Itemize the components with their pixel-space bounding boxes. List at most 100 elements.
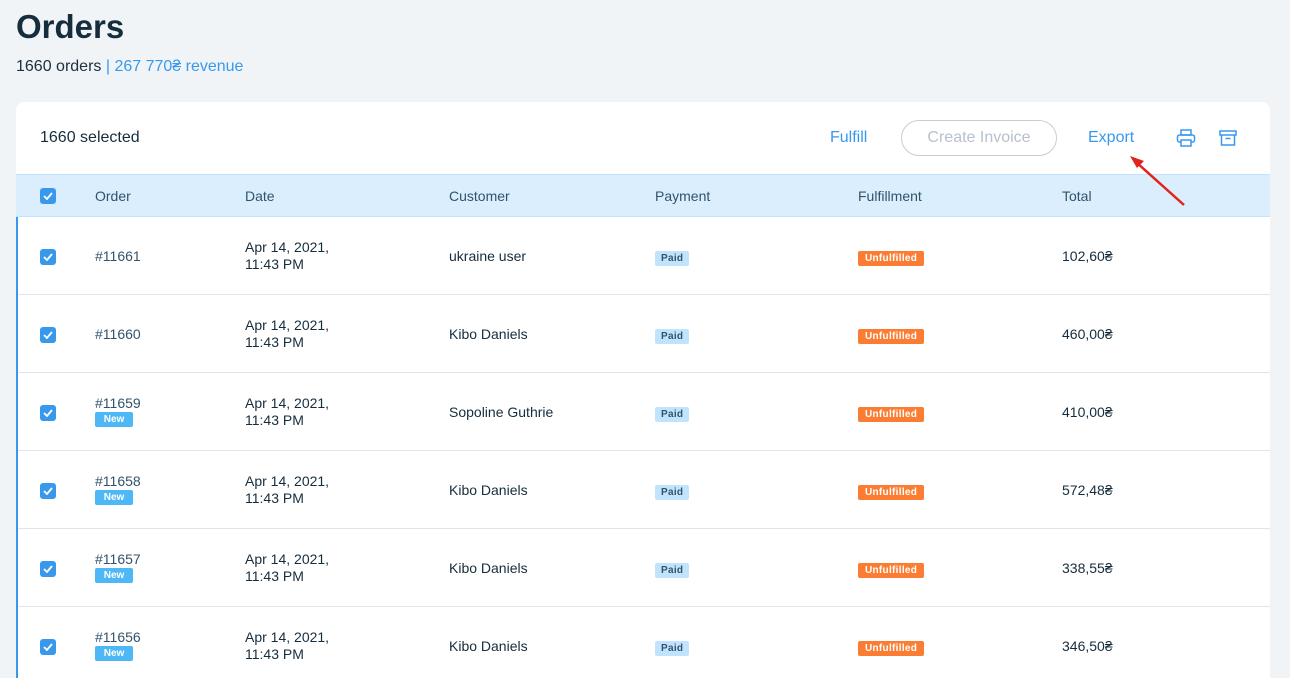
new-badge: New xyxy=(95,490,133,505)
customer-name: Kibo Daniels xyxy=(449,326,528,342)
order-number: #11658 xyxy=(95,473,141,489)
bulk-actions-toolbar: 1660 selected Fulfill Create Invoice Exp… xyxy=(16,102,1270,174)
paid-badge: Paid xyxy=(655,329,690,344)
table-row[interactable]: #11660 Apr 14, 2021, 11:43 PM Kibo Daniel… xyxy=(18,295,1270,373)
paid-badge: Paid xyxy=(655,485,690,500)
unfulfilled-badge: Unfulfilled xyxy=(858,329,925,344)
order-date-day: Apr 14, 2021, xyxy=(245,551,330,567)
order-date-time: 11:43 PM xyxy=(245,490,304,506)
paid-badge: Paid xyxy=(655,641,690,656)
unfulfilled-badge: Unfulfilled xyxy=(858,251,925,266)
order-number: #11659 xyxy=(95,395,141,411)
new-badge: New xyxy=(95,412,133,427)
annotation-arrow-icon xyxy=(1130,156,1185,206)
select-all-checkbox[interactable] xyxy=(40,188,56,204)
unfulfilled-badge: Unfulfilled xyxy=(858,563,925,578)
paid-badge: Paid xyxy=(655,407,690,422)
selected-count: 1660 selected xyxy=(40,129,140,146)
fulfillment-status: Unfulfilled xyxy=(858,560,925,578)
create-invoice-button[interactable]: Create Invoice xyxy=(901,120,1057,156)
summary-separator: | xyxy=(101,58,115,75)
customer-name: Kibo Daniels xyxy=(449,638,528,654)
unfulfilled-badge: Unfulfilled xyxy=(858,641,925,656)
payment-status: Paid xyxy=(655,326,690,344)
row-checkbox[interactable] xyxy=(40,327,56,343)
paid-badge: Paid xyxy=(655,563,690,578)
table-row[interactable]: #11657 New Apr 14, 2021, 11:43 PM Kibo Dan… xyxy=(18,529,1270,607)
fulfillment-status: Unfulfilled xyxy=(858,482,925,500)
payment-status: Paid xyxy=(655,482,690,500)
column-header-fulfillment[interactable]: Fulfillment xyxy=(858,188,922,204)
order-date-day: Apr 14, 2021, xyxy=(245,473,330,489)
order-total: 338,55₴ xyxy=(1062,560,1113,576)
table-header: Order Date Customer Payment Fulfillment … xyxy=(16,174,1270,217)
export-button[interactable]: Export xyxy=(1088,129,1134,147)
order-date-time: 11:43 PM xyxy=(245,256,304,272)
row-checkbox[interactable] xyxy=(40,561,56,577)
order-number: #11661 xyxy=(95,248,141,264)
page-title: Orders xyxy=(16,8,125,45)
row-checkbox[interactable] xyxy=(40,483,56,499)
column-header-total[interactable]: Total xyxy=(1062,188,1092,204)
order-date: Apr 14, 2021, 11:43 PM xyxy=(245,239,329,273)
order-total: 460,00₴ xyxy=(1062,326,1113,342)
table-row[interactable]: #11658 New Apr 14, 2021, 11:43 PM Kibo Dan… xyxy=(18,451,1270,529)
fulfillment-status: Unfulfilled xyxy=(858,326,925,344)
printer-icon[interactable] xyxy=(1176,128,1196,148)
order-total: 410,00₴ xyxy=(1062,404,1113,420)
column-header-customer[interactable]: Customer xyxy=(449,188,510,204)
unfulfilled-badge: Unfulfilled xyxy=(858,407,925,422)
column-header-order[interactable]: Order xyxy=(95,188,131,204)
order-date-time: 11:43 PM xyxy=(245,334,304,350)
order-date-day: Apr 14, 2021, xyxy=(245,239,330,255)
row-checkbox[interactable] xyxy=(40,639,56,655)
fulfillment-status: Unfulfilled xyxy=(858,404,925,422)
order-date: Apr 14, 2021, 11:43 PM xyxy=(245,317,329,351)
new-badge: New xyxy=(95,568,133,583)
payment-status: Paid xyxy=(655,404,690,422)
order-number-cell: #11658 New xyxy=(95,473,141,505)
customer-name: Kibo Daniels xyxy=(449,560,528,576)
order-date-time: 11:43 PM xyxy=(245,412,304,428)
order-date: Apr 14, 2021, 11:43 PM xyxy=(245,629,329,663)
order-total: 102,60₴ xyxy=(1062,248,1113,264)
order-number-cell: #11656 New xyxy=(95,629,141,661)
customer-name: ukraine user xyxy=(449,248,527,264)
column-header-payment[interactable]: Payment xyxy=(655,188,710,204)
fulfillment-status: Unfulfilled xyxy=(858,638,925,656)
order-total: 346,50₴ xyxy=(1062,638,1113,654)
row-checkbox[interactable] xyxy=(40,405,56,421)
order-date-time: 11:43 PM xyxy=(245,646,304,662)
order-date-day: Apr 14, 2021, xyxy=(245,317,330,333)
order-date: Apr 14, 2021, 11:43 PM xyxy=(245,395,329,429)
paid-badge: Paid xyxy=(655,251,690,266)
order-date: Apr 14, 2021, 11:43 PM xyxy=(245,551,329,585)
row-checkbox[interactable] xyxy=(40,249,56,265)
orders-count: 1660 orders xyxy=(16,58,102,75)
table-row[interactable]: #11659 New Apr 14, 2021, 11:43 PM Sopoline… xyxy=(18,373,1270,451)
fulfill-button[interactable]: Fulfill xyxy=(830,129,867,147)
unfulfilled-badge: Unfulfilled xyxy=(858,485,925,500)
order-number: #11657 xyxy=(95,551,141,567)
customer-name: Kibo Daniels xyxy=(449,482,528,498)
payment-status: Paid xyxy=(655,560,690,578)
order-date-day: Apr 14, 2021, xyxy=(245,629,330,645)
order-number: #11660 xyxy=(95,326,141,342)
fulfillment-status: Unfulfilled xyxy=(858,248,925,266)
order-date: Apr 14, 2021, 11:43 PM xyxy=(245,473,329,507)
table-row[interactable]: #11661 Apr 14, 2021, 11:43 PM ukraine use… xyxy=(18,217,1270,295)
order-date-day: Apr 14, 2021, xyxy=(245,395,330,411)
column-header-date[interactable]: Date xyxy=(245,188,275,204)
table-row[interactable]: #11656 New Apr 14, 2021, 11:43 PM Kibo Dan… xyxy=(18,607,1270,678)
revenue-total: 267 770₴ revenue xyxy=(114,58,244,75)
order-number: #11656 xyxy=(95,629,141,645)
customer-name: Sopoline Guthrie xyxy=(449,404,554,420)
payment-status: Paid xyxy=(655,248,690,266)
new-badge: New xyxy=(95,646,133,661)
order-number-cell: #11659 New xyxy=(95,395,141,427)
orders-table-card: 1660 selected Fulfill Create Invoice Exp… xyxy=(16,102,1270,678)
payment-status: Paid xyxy=(655,638,690,656)
archive-icon[interactable] xyxy=(1218,128,1238,148)
order-date-time: 11:43 PM xyxy=(245,568,304,584)
orders-table-body: #11661 Apr 14, 2021, 11:43 PM ukraine use… xyxy=(16,217,1270,678)
